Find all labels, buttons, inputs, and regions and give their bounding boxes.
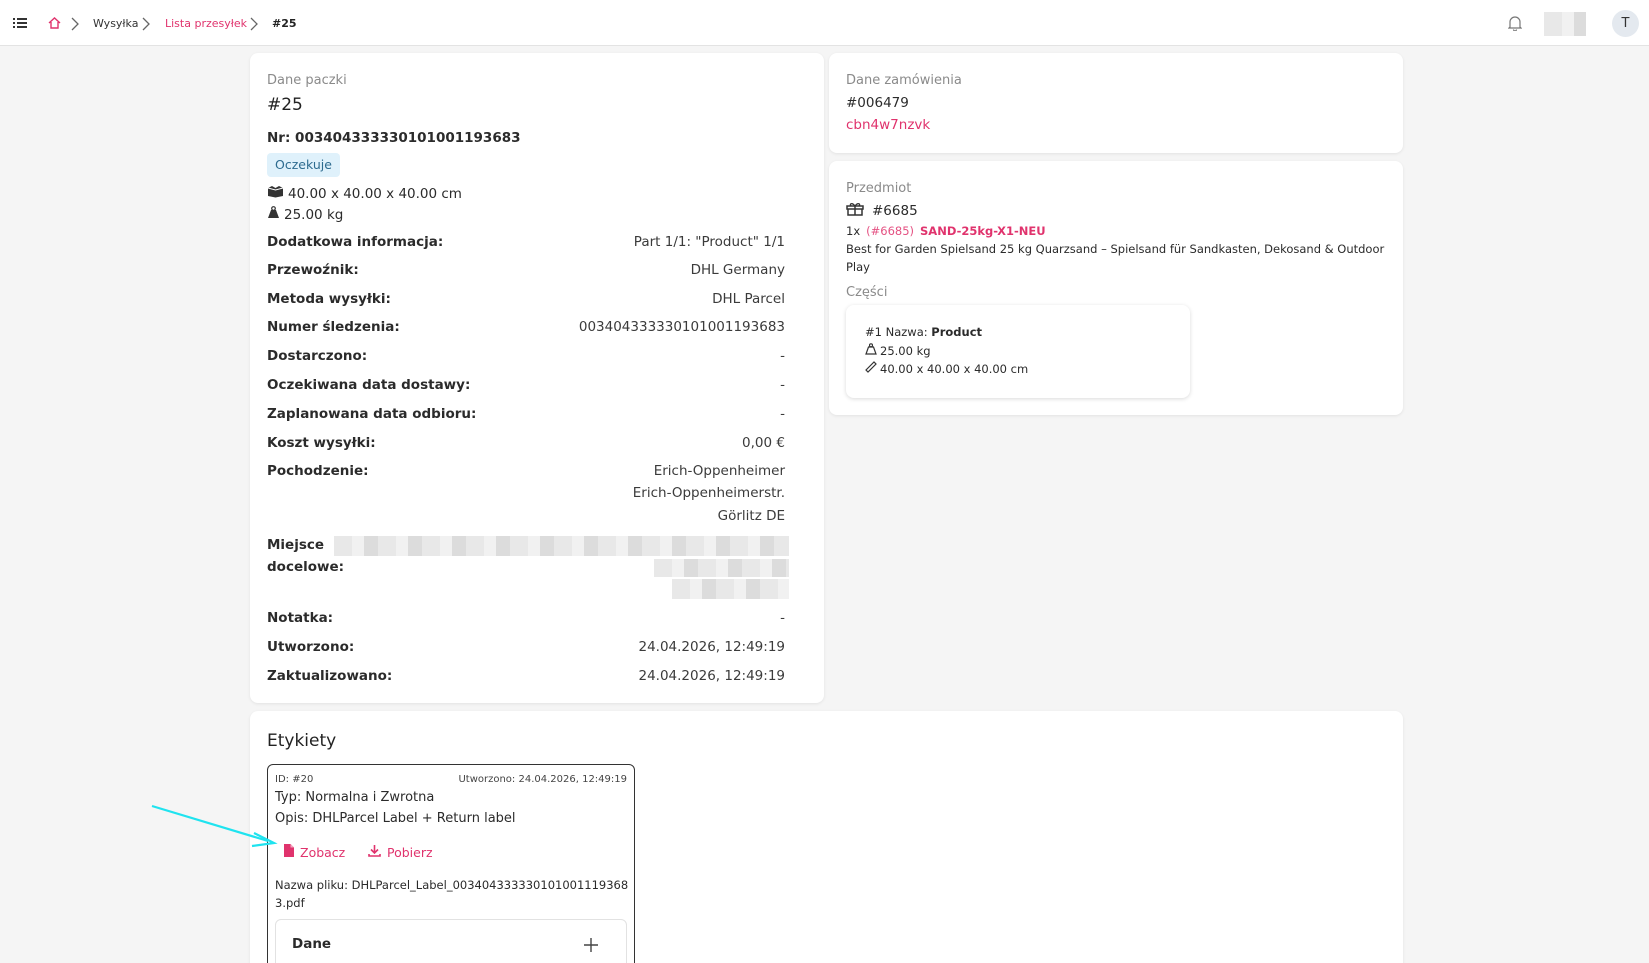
part-name-value: Product <box>931 325 983 339</box>
gift-box-icon <box>846 202 864 220</box>
user-name-redacted <box>1544 12 1586 36</box>
avatar[interactable]: T <box>1612 10 1639 37</box>
part-weight-text: 25.00 kg <box>880 343 931 358</box>
label-description: Opis: DHLParcel Label + Return label <box>275 811 516 826</box>
bell-icon[interactable] <box>1508 0 1522 46</box>
detail-value: 0,00 € <box>742 435 785 451</box>
weight-outline-icon <box>865 343 877 358</box>
package-card: Dane paczki #25 Nr: 00340433333010100119… <box>250 53 824 703</box>
label-id: ID: #20 <box>275 774 314 785</box>
view-button[interactable]: Zobacz <box>284 844 345 860</box>
destination-redacted <box>654 559 789 577</box>
item-id: #6685 <box>872 203 918 219</box>
origin-line: Erich-Oppenheimerstr. <box>632 485 785 501</box>
breadcrumb-wysylka[interactable]: Wysyłka <box>93 0 138 46</box>
annotation-arrow-icon <box>151 804 278 848</box>
download-button[interactable]: Pobierz <box>368 844 433 860</box>
order-number: #006479 <box>846 95 909 111</box>
destination-label: docelowe: <box>267 559 345 575</box>
breadcrumb-current: #25 <box>272 16 297 30</box>
label-filename: Nazwa pliku: DHLParcel_Label_00340433333… <box>275 878 629 892</box>
origin-line: Görlitz DE <box>717 508 785 524</box>
detail-label: Zaplanowana data odbioru: <box>267 406 477 422</box>
order-card: Dane zamówienia #006479 cbn4w7nzvk <box>829 53 1403 153</box>
home-icon[interactable] <box>48 0 61 46</box>
file-icon <box>284 844 294 860</box>
detail-label: Dostarczono: <box>267 348 368 364</box>
destination-redacted <box>334 536 789 556</box>
section-label: Dane zamówienia <box>846 73 962 88</box>
weight-text: 25.00 kg <box>284 206 344 223</box>
detail-label: Zaktualizowano: <box>267 668 393 684</box>
detail-value: - <box>780 406 785 422</box>
destination-label: Miejsce <box>267 537 325 553</box>
label-created: Utworzono: 24.04.2026, 12:49:19 <box>458 774 627 785</box>
item-header: #6685 <box>846 202 918 220</box>
status-badge: Oczekuje <box>267 153 340 177</box>
package-weight: 25.00 kg <box>267 206 343 223</box>
menu-icon[interactable] <box>13 0 27 46</box>
item-card: Przedmiot #6685 1x (#6685) SAND-25kg-X1-… <box>829 161 1403 415</box>
label-type: Typ: Normalna i Zwrotna <box>275 790 435 805</box>
plus-icon[interactable] <box>583 937 599 957</box>
detail-label: Oczekiwana data dostawy: <box>267 377 471 393</box>
part-weight: 25.00 kg <box>865 343 931 358</box>
detail-label: Metoda wysyłki: <box>267 291 391 307</box>
item-description: Best for Garden Spielsand 25 kg Quarzsan… <box>846 242 1385 256</box>
view-label: Zobacz <box>300 844 346 860</box>
data-accordion[interactable]: Dane <box>275 919 627 963</box>
package-dimensions: 40.00 x 40.00 x 40.00 cm <box>267 185 462 202</box>
origin-label: Pochodzenie: <box>267 463 369 479</box>
detail-value: - <box>780 377 785 393</box>
order-code-link[interactable]: cbn4w7nzvk <box>846 117 930 133</box>
item-description: Play <box>846 260 870 274</box>
parts-label: Części <box>846 285 888 300</box>
detail-label: Utworzono: <box>267 639 355 655</box>
part-dimensions: 40.00 x 40.00 x 40.00 cm <box>865 361 1028 376</box>
part-name: #1 Nazwa: Product <box>865 325 982 339</box>
detail-value: Part 1/1: "Product" 1/1 <box>633 234 785 250</box>
labels-card: Etykiety ID: #20 Utworzono: 24.04.2026, … <box>250 711 1403 963</box>
label-card: ID: #20 Utworzono: 24.04.2026, 12:49:19 … <box>267 764 635 963</box>
labels-title: Etykiety <box>267 731 337 751</box>
data-accordion-title: Dane <box>292 936 332 952</box>
item-sku-link[interactable]: SAND-25kg-X1-NEU <box>920 224 1046 238</box>
chevron-right-icon <box>250 16 258 35</box>
detail-label: Dodatkowa informacja: <box>267 234 444 250</box>
item-qty: 1x <box>846 224 861 238</box>
part-name-prefix: #1 Nazwa: <box>865 325 928 339</box>
detail-label: Przewoźnik: <box>267 262 359 278</box>
detail-value: - <box>780 610 785 626</box>
chevron-right-icon <box>71 16 79 35</box>
detail-value: DHL Parcel <box>712 291 785 307</box>
boxes-icon <box>267 185 284 202</box>
part-card: #1 Nazwa: Product 25.00 kg 40.00 x 40.00… <box>846 305 1190 398</box>
download-icon <box>368 844 381 860</box>
detail-label: Notatka: <box>267 610 334 626</box>
section-label: Przedmiot <box>846 181 912 196</box>
package-number: Nr: 003404333330101001193683 <box>267 130 521 146</box>
top-bar: Wysyłka Lista przesyłek #25 T <box>0 0 1649 46</box>
detail-value: 003404333330101001193683 <box>578 319 785 335</box>
carrier-link[interactable]: DHL Germany <box>691 262 785 278</box>
download-label: Pobierz <box>387 844 433 860</box>
section-label: Dane paczki <box>267 73 347 88</box>
item-line: 1x (#6685) SAND-25kg-X1-NEU <box>846 224 1046 238</box>
destination-redacted <box>672 579 789 599</box>
label-filename: 3.pdf <box>275 896 305 910</box>
breadcrumb-lista-przesylek[interactable]: Lista przesyłek <box>165 0 247 46</box>
part-dimensions-text: 40.00 x 40.00 x 40.00 cm <box>880 361 1029 376</box>
package-id: #25 <box>267 95 303 115</box>
ruler-icon <box>865 361 877 376</box>
chevron-right-icon <box>142 16 150 35</box>
item-ref: (#6685) <box>866 224 915 238</box>
detail-label: Numer śledzenia: <box>267 319 400 335</box>
dimensions-text: 40.00 x 40.00 x 40.00 cm <box>288 185 462 202</box>
origin-line: Erich-Oppenheimer <box>653 463 785 479</box>
weight-icon <box>267 206 280 223</box>
detail-value: 24.04.2026, 12:49:19 <box>638 639 785 655</box>
detail-value: - <box>780 348 785 364</box>
detail-value: 24.04.2026, 12:49:19 <box>638 668 785 684</box>
detail-label: Koszt wysyłki: <box>267 435 376 451</box>
